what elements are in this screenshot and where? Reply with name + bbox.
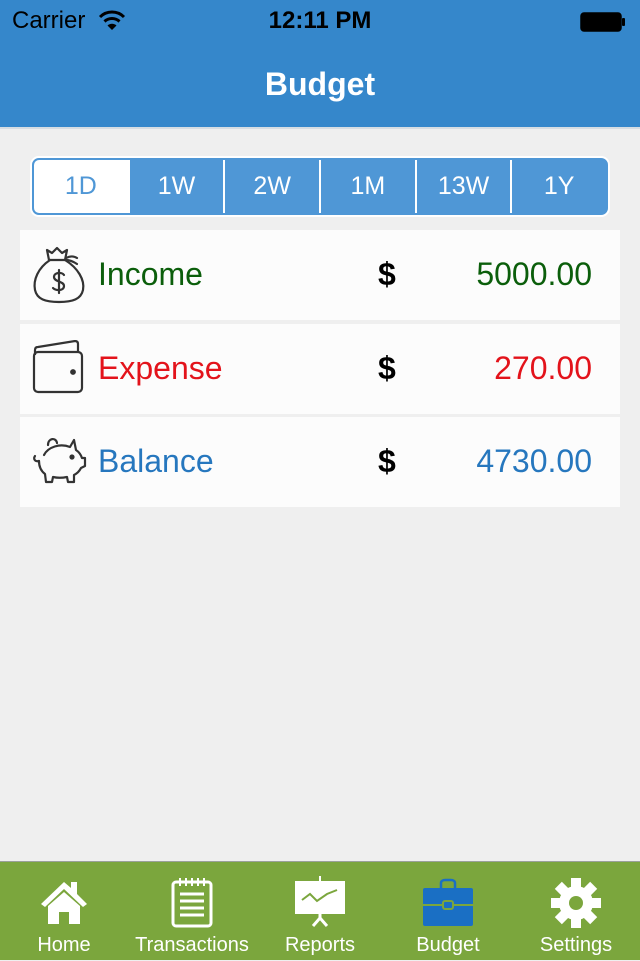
period-option-1d[interactable]: 1D — [34, 160, 128, 213]
navigation-header: Carrier 12:11 PM Budget — [0, 0, 640, 129]
balance-row[interactable]: Balance $ 4730.00 — [20, 417, 620, 507]
page-title: Budget — [264, 66, 376, 102]
balance-currency-symbol: $ — [378, 443, 396, 479]
tab-home-label: Home — [37, 934, 91, 956]
header-divider — [0, 127, 640, 129]
tab-budget-label: Budget — [416, 934, 480, 956]
tab-reports-label: Reports — [284, 934, 356, 956]
tab-settings[interactable]: Settings — [512, 862, 640, 961]
income-amount: 5000.00 — [476, 256, 592, 292]
period-option-13w[interactable]: 13W — [414, 160, 511, 213]
tab-home[interactable]: Home — [0, 862, 128, 961]
tab-transactions[interactable]: Transactions — [128, 862, 256, 961]
presentation-chart-icon — [295, 876, 345, 928]
wallet-icon — [30, 339, 90, 398]
expense-label: Expense — [98, 350, 223, 386]
income-currency-symbol: $ — [378, 256, 396, 292]
piggy-bank-icon — [30, 433, 90, 491]
period-option-2w[interactable]: 2W — [223, 160, 320, 213]
income-label: Income — [98, 256, 203, 292]
period-option-1w[interactable]: 1W — [127, 160, 224, 213]
period-option-1m[interactable]: 1M — [319, 160, 415, 213]
tab-bar: Home Transactions Reports Budget Setting… — [0, 861, 640, 960]
status-bar: Carrier 12:11 PM — [0, 0, 640, 40]
expense-currency-symbol: $ — [378, 350, 396, 386]
period-segmented-control: 1D 1W 2W 1M 13W 1Y — [32, 158, 608, 215]
briefcase-icon — [423, 876, 473, 928]
tab-settings-label: Settings — [539, 934, 613, 956]
balance-amount: 4730.00 — [476, 443, 592, 479]
tab-reports[interactable]: Reports — [256, 862, 384, 961]
gear-icon — [551, 876, 601, 928]
battery-full-icon — [580, 11, 626, 32]
income-row[interactable]: Income $ 5000.00 — [20, 230, 620, 320]
period-option-1y[interactable]: 1Y — [510, 160, 606, 213]
expense-amount: 270.00 — [494, 350, 592, 386]
clock: 12:11 PM — [268, 7, 372, 34]
tab-budget[interactable]: Budget — [384, 862, 512, 961]
expense-row[interactable]: Expense $ 270.00 — [20, 324, 620, 414]
home-icon — [39, 876, 89, 928]
balance-label: Balance — [98, 443, 214, 479]
money-bag-icon — [30, 246, 90, 304]
notepad-icon — [167, 876, 217, 928]
tab-transactions-label: Transactions — [135, 934, 249, 956]
